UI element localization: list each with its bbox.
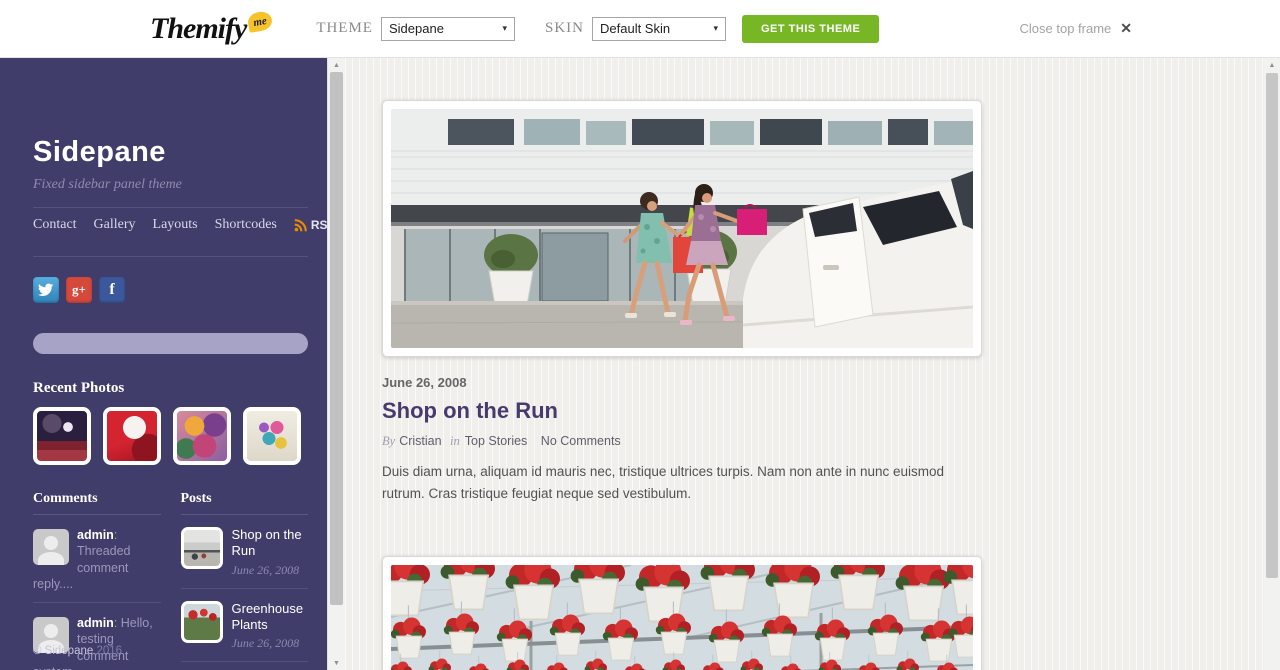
post-meta: By Cristian in Top Stories No Comments [382, 434, 1264, 449]
post-list-item[interactable]: Greenhouse Plants June 26, 2008 [180, 589, 308, 662]
chevron-down-icon: ▾ [502, 23, 507, 33]
sidebar-nav: Contact Gallery Layouts Shortcodes RSS [33, 208, 327, 242]
posts-title: Posts [180, 491, 308, 515]
by-label: By [382, 434, 396, 448]
twitter-bird-icon [38, 283, 54, 296]
sidebar-scrollbar[interactable]: ▲ ▼ [327, 58, 345, 670]
social-icons: g+ f [33, 277, 308, 303]
close-top-frame-button[interactable]: Close top frame ✕ [1020, 20, 1133, 37]
top-frame-bar: Themify me THEME Sidepane ▾ SKIN Default… [0, 0, 1280, 58]
copyright-year: 2016 [96, 645, 123, 657]
photo-thumbnail[interactable] [173, 407, 231, 465]
nav-item-layouts[interactable]: Layouts [153, 217, 198, 233]
scrollbar-thumb[interactable] [1266, 73, 1278, 578]
comment-author[interactable]: admin [77, 528, 114, 542]
post-list-item[interactable]: Morning News June 26, 2008 [181, 662, 309, 670]
close-top-frame-label: Close top frame [1019, 21, 1112, 36]
skin-label: SKIN [544, 20, 584, 36]
photo-thumbnail[interactable] [33, 407, 91, 465]
shop-on-the-run-photo [391, 109, 973, 348]
theme-select-value: Sidepane [388, 21, 444, 36]
theme-label: THEME [316, 20, 373, 36]
skin-select-value: Default Skin [600, 21, 671, 36]
theme-select-group: THEME Sidepane ▾ [316, 16, 515, 41]
skin-select-group: SKIN Default Skin ▾ [544, 16, 726, 41]
close-icon: ✕ [1120, 20, 1132, 36]
post-article: June 26, 2008 Shop on the Run By Cristian… [382, 100, 1264, 506]
photo-thumbnail[interactable] [103, 407, 161, 465]
copyright-text: © Sidepane [33, 645, 94, 657]
scroll-up-icon[interactable]: ▲ [328, 58, 345, 72]
themify-logo[interactable]: Themify me [150, 9, 274, 45]
page: Themify me THEME Sidepane ▾ SKIN Default… [0, 0, 1280, 670]
recent-photos [33, 407, 308, 465]
category-link[interactable]: Top Stories [465, 434, 528, 448]
scroll-down-icon[interactable]: ▼ [328, 656, 345, 670]
author-link[interactable]: Cristian [399, 434, 441, 448]
site-title[interactable]: Sidepane [33, 136, 308, 169]
rss-icon [294, 218, 307, 231]
google-plus-icon[interactable]: g+ [66, 277, 92, 303]
post-featured-image[interactable] [382, 100, 982, 357]
divider [33, 256, 308, 257]
post-thumbnail [180, 600, 223, 643]
greenhouse-photo [391, 564, 973, 670]
comments-title: Comments [33, 491, 161, 515]
sidebar-footer: © Sidepane 2016 [33, 645, 122, 657]
post-list-item[interactable]: Shop on the Run June 26, 2008 [180, 515, 308, 589]
comments-widget: Comments admin: Threaded comment reply..… [33, 491, 161, 670]
sidebar-columns: Comments admin: Threaded comment reply..… [33, 491, 308, 670]
post-thumbnail [180, 527, 223, 569]
scrollbar-thumb[interactable] [330, 72, 343, 605]
photo-thumbnail[interactable] [243, 407, 301, 465]
twitter-icon[interactable] [33, 277, 59, 303]
post-excerpt: Duis diam urna, aliquam id mauris nec, t… [382, 464, 945, 502]
search-input[interactable] [33, 333, 308, 354]
main-content: June 26, 2008 Shop on the Run By Cristian… [345, 58, 1264, 670]
chevron-down-icon: ▾ [713, 23, 718, 33]
post-article [382, 555, 1264, 670]
theme-select[interactable]: Sidepane ▾ [380, 16, 515, 41]
comments-link[interactable]: No Comments [541, 434, 621, 448]
in-label: in [450, 434, 460, 448]
post-date: June 26, 2008 [382, 375, 467, 390]
post-featured-image[interactable] [382, 555, 982, 670]
comment-author[interactable]: admin [77, 616, 114, 630]
demo-viewport: Sidepane Fixed sidebar panel theme Conta… [0, 58, 1280, 670]
themify-logo-text: Themify [150, 11, 247, 45]
themify-logo-badge-icon: me [246, 9, 274, 33]
avatar [33, 529, 69, 565]
recent-photos-title: Recent Photos [33, 380, 125, 396]
get-this-theme-button[interactable]: GET THIS THEME [742, 14, 880, 43]
post-title[interactable]: Shop on the Run [382, 398, 1264, 424]
site-tagline: Fixed sidebar panel theme [33, 177, 182, 192]
nav-item-shortcodes[interactable]: Shortcodes [215, 217, 277, 233]
scroll-up-icon[interactable]: ▲ [1264, 58, 1280, 72]
facebook-icon[interactable]: f [99, 277, 125, 303]
nav-item-gallery[interactable]: Gallery [94, 217, 136, 233]
person-icon [33, 529, 69, 565]
page-scrollbar[interactable]: ▲ [1264, 58, 1280, 670]
nav-item-contact[interactable]: Contact [33, 217, 77, 233]
sidebar: Sidepane Fixed sidebar panel theme Conta… [0, 58, 327, 670]
rss-label: RSS [310, 218, 327, 232]
posts-widget: Posts Shop on the Run June 26, 2008 Gree… [180, 491, 309, 670]
rss-link[interactable]: RSS [294, 218, 327, 232]
comment-item[interactable]: admin: Hello, testing comment system.... [33, 603, 161, 670]
skin-select[interactable]: Default Skin ▾ [592, 16, 726, 41]
comment-item[interactable]: admin: Threaded comment reply.... [33, 515, 161, 603]
